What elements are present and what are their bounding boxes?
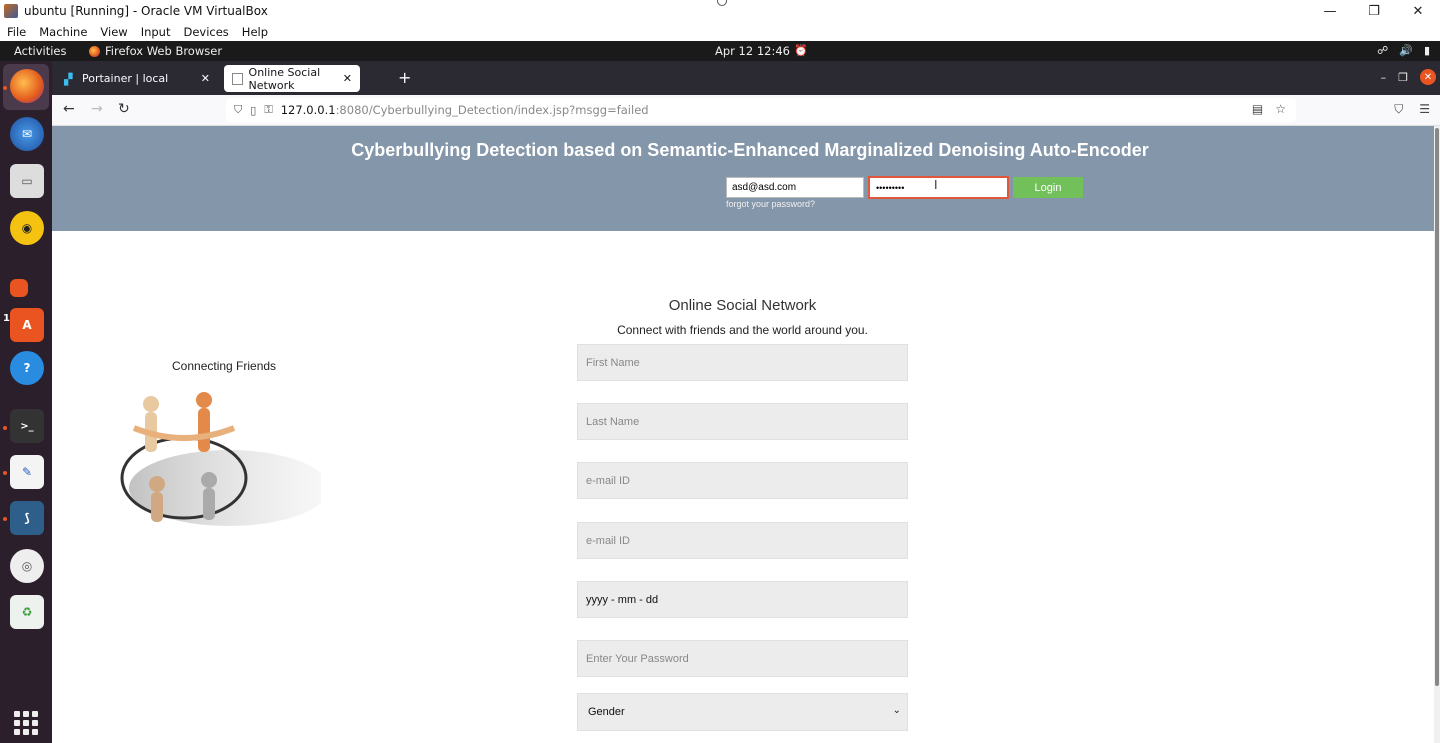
close-window-button[interactable]: ✕ <box>1420 69 1436 85</box>
menu-input[interactable]: Input <box>141 25 171 39</box>
screenshot-dock-icon[interactable] <box>10 279 28 297</box>
running-indicator <box>3 517 7 521</box>
running-indicator <box>3 86 7 90</box>
firefox-dock-icon[interactable] <box>10 69 44 103</box>
last-name-field[interactable] <box>577 403 908 440</box>
battery-icon: ▮ <box>1423 44 1430 57</box>
restore-button[interactable]: ❐ <box>1398 71 1408 84</box>
host-window-controls: — ❐ ✕ <box>1308 0 1440 22</box>
page-scrollbar-thumb[interactable] <box>1435 128 1439 686</box>
host-menubar: File Machine View Input Devices Help <box>0 22 1440 41</box>
restore-button[interactable]: ❐ <box>1352 0 1396 22</box>
connecting-friends-image <box>120 392 321 526</box>
form-heading: Online Social Network <box>668 297 817 314</box>
date-of-birth-field[interactable] <box>577 581 908 618</box>
password-field[interactable] <box>577 640 908 677</box>
email-field[interactable] <box>577 462 908 499</box>
window-notch <box>717 0 727 6</box>
menu-icon[interactable]: ☰ <box>1419 102 1430 117</box>
site-header: Cyberbullying Detection based on Semanti… <box>52 126 1434 231</box>
url-host: 127.0.0.1 <box>280 103 336 117</box>
shield-icon: ⛉ <box>234 103 243 116</box>
url-bar[interactable]: ⛉ ▯ ⚿ 127.0.0.1:8080/Cyberbullying_Detec… <box>226 98 1296 122</box>
bookmark-star-icon[interactable]: ☆ <box>1275 102 1286 116</box>
close-tab-icon[interactable]: ✕ <box>201 72 210 85</box>
login-email-field[interactable] <box>726 177 864 198</box>
host-window-title: ubuntu [Running] - Oracle VM VirtualBox <box>24 4 268 18</box>
browser-navbar: ← → ↻ ⛉ ▯ ⚿ 127.0.0.1:8080/Cyberbullying… <box>52 95 1440 126</box>
terminal-dock-icon[interactable]: >_ <box>10 409 44 443</box>
mysql-workbench-dock-icon[interactable]: ⟆ <box>10 501 44 535</box>
close-tab-icon[interactable]: ✕ <box>343 72 352 85</box>
dock: ✉ ▭ ◉ 11:59 A ? >_ ✎ ⟆ ◎ ♻ <box>0 61 52 743</box>
menu-machine[interactable]: Machine <box>39 25 87 39</box>
back-button[interactable]: ← <box>63 101 75 117</box>
show-apps-icon[interactable] <box>14 711 38 735</box>
running-indicator <box>3 471 7 475</box>
network-icon: ☍ <box>1377 44 1389 57</box>
chevron-down-icon: ⌄ <box>892 705 901 716</box>
toolbar-right: ⛉ ☰ <box>1394 102 1430 117</box>
alarm-icon: ⏰ <box>794 44 808 57</box>
thunderbird-dock-icon[interactable]: ✉ <box>10 117 44 151</box>
reader-view-icon[interactable]: ▤ <box>1252 102 1263 116</box>
activities-button[interactable]: Activities <box>14 44 66 58</box>
browser-window-controls: – ❐ ✕ <box>1381 69 1436 85</box>
menu-file[interactable]: File <box>7 25 26 39</box>
software-dock-icon[interactable]: A <box>10 308 44 342</box>
trash-dock-icon[interactable]: ♻ <box>10 595 44 629</box>
volume-icon: 🔊 <box>1399 44 1413 57</box>
host-titlebar: ubuntu [Running] - Oracle VM VirtualBox … <box>0 0 1440 22</box>
firefox-icon <box>89 45 100 57</box>
first-name-field[interactable] <box>577 344 908 381</box>
files-dock-icon[interactable]: ▭ <box>10 164 44 198</box>
tab-label: Online Social Network <box>248 65 321 92</box>
connecting-friends-caption: Connecting Friends <box>172 359 277 373</box>
close-button[interactable]: ✕ <box>1396 0 1440 22</box>
menu-view[interactable]: View <box>100 25 127 39</box>
reload-button[interactable]: ↻ <box>118 101 130 117</box>
new-tab-button[interactable]: + <box>398 68 411 87</box>
app-menu[interactable]: Firefox Web Browser <box>89 44 222 58</box>
minimize-button[interactable]: – <box>1381 71 1387 84</box>
pocket-icon[interactable]: ⛉ <box>1394 102 1403 117</box>
login-button[interactable]: Login <box>1013 177 1083 198</box>
confirm-email-field[interactable] <box>577 522 908 559</box>
forward-button[interactable]: → <box>91 101 103 117</box>
site-title: Cyberbullying Detection based on Semanti… <box>351 140 1149 160</box>
gnome-top-bar: Activities Firefox Web Browser Apr 12 12… <box>0 41 1440 61</box>
web-page: Cyberbullying Detection based on Semanti… <box>52 126 1434 743</box>
url-path: :8080/Cyberbullying_Detection/index.jsp?… <box>335 103 649 117</box>
tab-portainer[interactable]: ▞ Portainer | local ✕ <box>56 65 218 92</box>
browser-tabbar: ▞ Portainer | local ✕ Online Social Netw… <box>52 61 1440 95</box>
gender-select[interactable]: Gender ⌄ <box>577 693 908 731</box>
help-icon[interactable]: ? <box>10 351 44 385</box>
gender-select-value: Gender <box>588 706 625 718</box>
text-editor-dock-icon[interactable]: ✎ <box>10 455 44 489</box>
virtualbox-icon <box>4 4 18 18</box>
portainer-icon: ▞ <box>64 72 73 86</box>
rhythmbox-dock-icon[interactable]: ◉ <box>10 211 44 245</box>
app-menu-label: Firefox Web Browser <box>105 44 223 58</box>
tab-online-social-network[interactable]: Online Social Network ✕ <box>224 65 360 92</box>
url-actions: ▤ ☆ <box>1252 102 1286 116</box>
page-info-icon: ▯ <box>250 103 257 117</box>
form-subheading: Connect with friends and the world aroun… <box>617 323 868 337</box>
login-password-field[interactable] <box>868 176 1009 199</box>
menu-help[interactable]: Help <box>242 25 268 39</box>
disc-dock-icon[interactable]: ◎ <box>10 549 44 583</box>
menu-devices[interactable]: Devices <box>183 25 228 39</box>
minimize-button[interactable]: — <box>1308 0 1352 22</box>
system-tray[interactable]: ☍ 🔊 ▮ <box>1377 44 1430 57</box>
tab-label: Portainer | local <box>82 72 169 85</box>
key-icon: ⚿ <box>264 103 273 116</box>
page-icon <box>232 72 243 85</box>
text-cursor-icon: I <box>934 178 938 192</box>
running-indicator <box>3 426 7 430</box>
clock[interactable]: Apr 12 12:46 <box>715 44 790 58</box>
forgot-password-link[interactable]: forgot your password? <box>726 199 815 209</box>
